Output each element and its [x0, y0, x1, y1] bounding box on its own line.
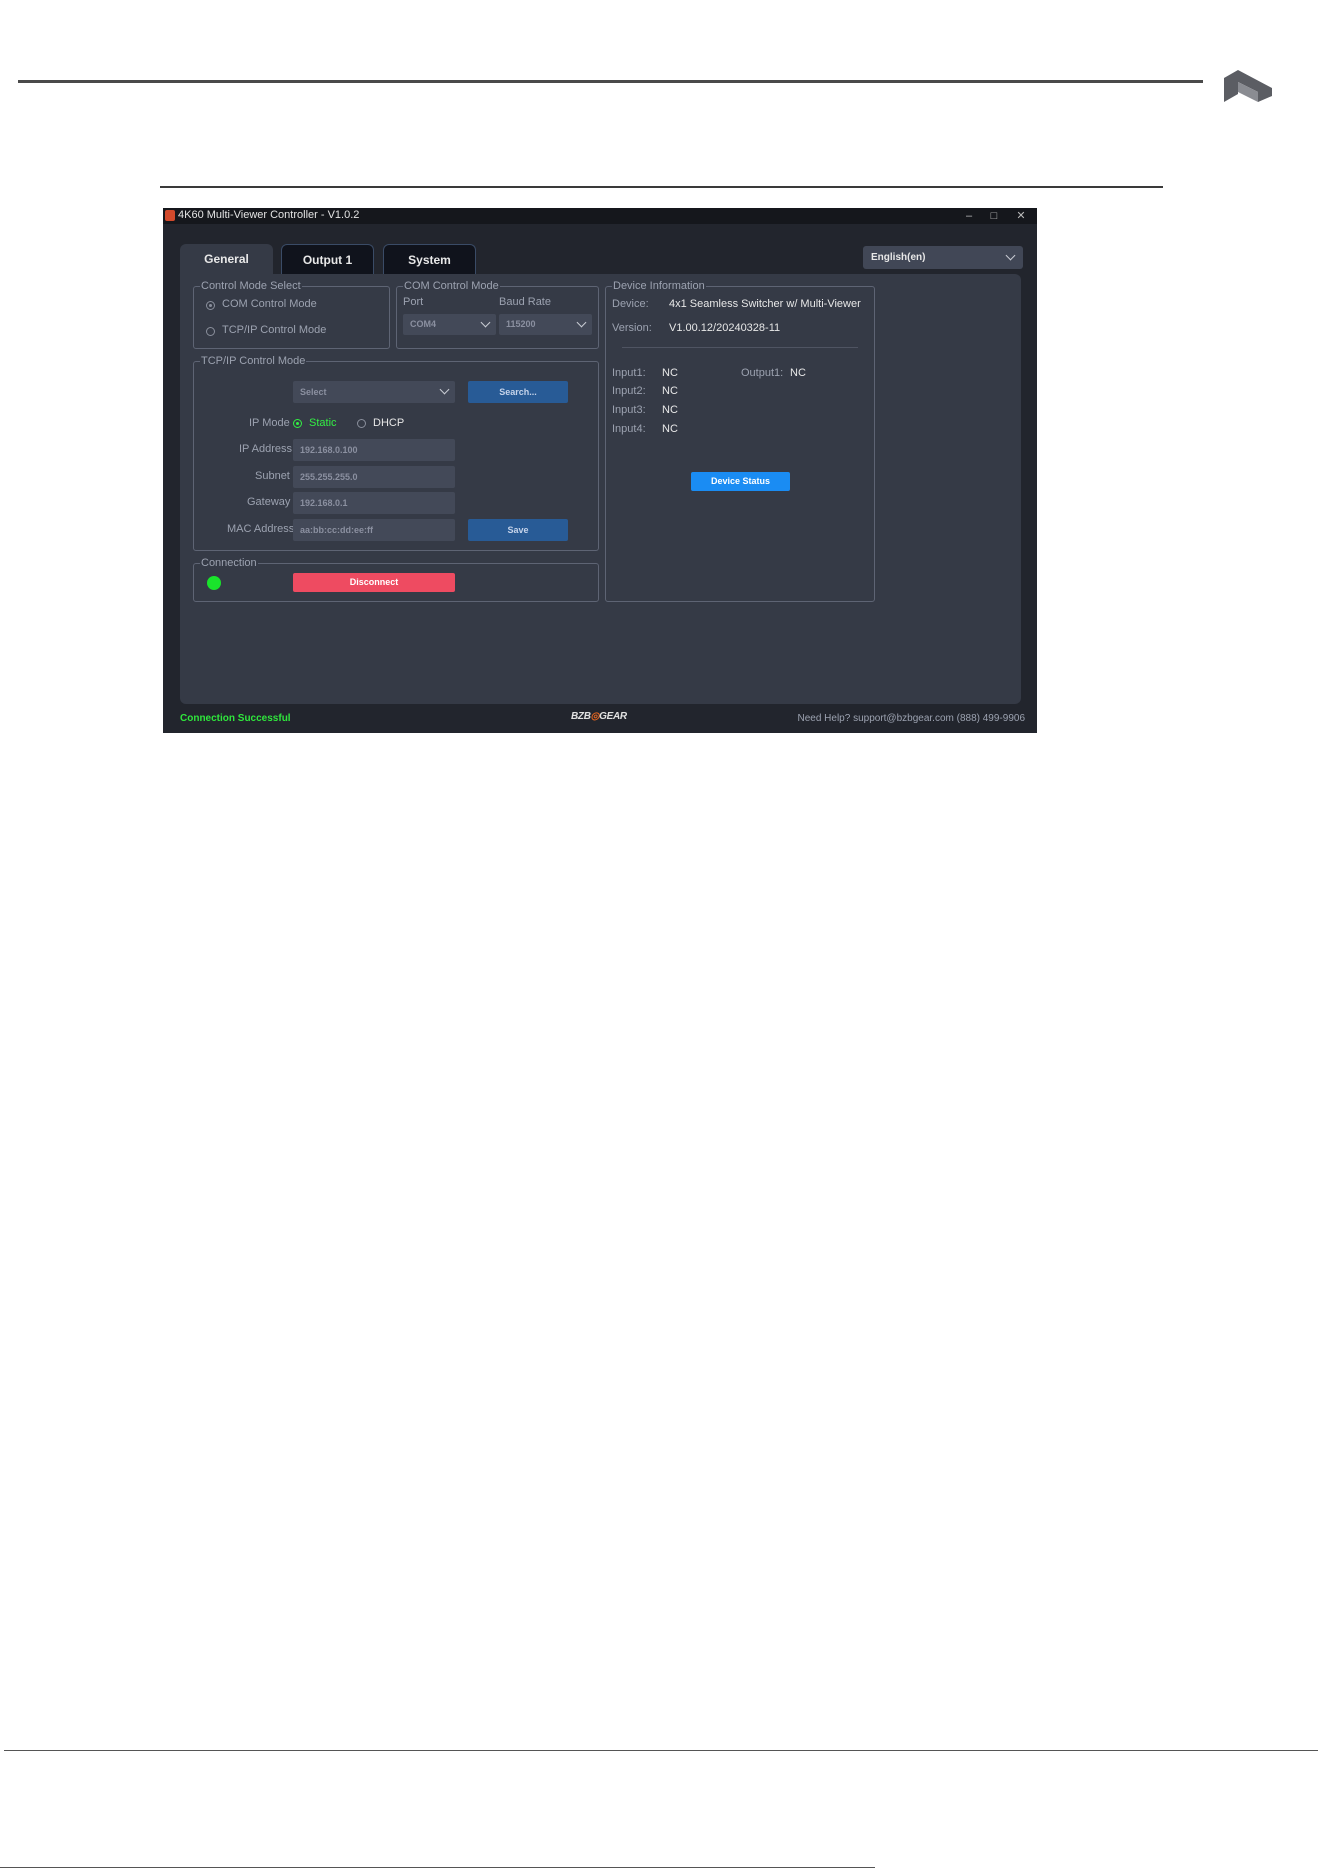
input1-label: Input1: [612, 367, 646, 379]
tcpip-mode-label: TCP/IP Control Mode [222, 324, 327, 336]
close-button[interactable]: ✕ [1010, 208, 1032, 224]
input2-value: NC [662, 385, 678, 397]
gateway-field[interactable]: 192.168.0.1 [293, 492, 455, 514]
tcpip-control-group: TCP/IP Control Mode Select Search... IP … [193, 354, 599, 551]
ip-address-value: 192.168.0.100 [300, 445, 358, 455]
input1-value: NC [662, 367, 678, 379]
chevron-down-icon [1005, 250, 1016, 261]
brand-mark-icon: ◎ [590, 711, 600, 722]
device-status-button[interactable]: Device Status [691, 472, 790, 491]
subnet-field[interactable]: 255.255.255.0 [293, 466, 455, 488]
version-value: V1.00.12/20240328-11 [669, 322, 781, 334]
title-bar: 4K60 Multi-Viewer Controller - V1.0.2 – … [163, 208, 1037, 224]
input3-label: Input3: [612, 404, 646, 416]
disconnect-button[interactable]: Disconnect [293, 573, 455, 592]
device-value: 4x1 Seamless Switcher w/ Multi-Viewer [669, 298, 861, 310]
input2-label: Input2: [612, 385, 646, 397]
control-mode-group: Control Mode Select COM Control Mode TCP… [193, 279, 390, 349]
app-window: 4K60 Multi-Viewer Controller - V1.0.2 – … [163, 208, 1037, 733]
connection-status-led [207, 576, 221, 590]
language-value: English(en) [871, 252, 926, 263]
port-select[interactable]: COM4 [403, 314, 496, 335]
com-control-title: COM Control Mode [403, 279, 500, 293]
brand-logo: BZB◎GEAR [571, 711, 627, 722]
minimize-button[interactable]: – [958, 208, 980, 224]
control-mode-title: Control Mode Select [200, 279, 302, 293]
input4-value: NC [662, 423, 678, 435]
device-select[interactable]: Select [293, 381, 455, 403]
tcpip-mode-radio[interactable] [206, 327, 215, 336]
version-label: Version: [612, 322, 652, 334]
subnet-value: 255.255.255.0 [300, 472, 358, 482]
language-select[interactable]: English(en) [863, 246, 1023, 269]
tcpip-control-title: TCP/IP Control Mode [200, 354, 307, 368]
static-radio[interactable] [293, 419, 302, 428]
input4-label: Input4: [612, 423, 646, 435]
page-header-rule [18, 80, 1203, 83]
baud-rate-label: Baud Rate [499, 296, 551, 308]
ip-address-label: IP Address [239, 443, 292, 455]
ip-address-field[interactable]: 192.168.0.100 [293, 439, 455, 461]
tab-output-1[interactable]: Output 1 [281, 244, 374, 274]
maximize-button[interactable]: □ [983, 208, 1005, 224]
divider [622, 347, 858, 348]
tab-general[interactable]: General [180, 244, 273, 274]
brand-name-a: BZB [571, 711, 591, 722]
device-select-value: Select [300, 387, 327, 397]
tab-system[interactable]: System [383, 244, 476, 274]
mac-address-value: aa:bb:cc:dd:ee:ff [300, 525, 374, 535]
static-label: Static [309, 417, 337, 429]
device-info-title: Device Information [612, 279, 706, 293]
dhcp-label: DHCP [373, 417, 405, 429]
com-mode-radio[interactable] [206, 301, 215, 310]
input3-value: NC [662, 404, 678, 416]
connection-title: Connection [200, 556, 258, 570]
save-button[interactable]: Save [468, 519, 568, 541]
subnet-label: Subnet [255, 470, 290, 482]
chevron-down-icon [576, 317, 587, 328]
device-info-group: Device Information Device: 4x1 Seamless … [605, 279, 875, 602]
output1-label: Output1: [741, 367, 784, 379]
baud-rate-value: 115200 [506, 319, 536, 329]
mac-address-field[interactable]: aa:bb:cc:dd:ee:ff [293, 519, 455, 541]
com-control-group: COM Control Mode Port Baud Rate COM4 115… [396, 279, 599, 349]
section-rule [160, 186, 1163, 188]
page-footer-rule-2 [0, 1867, 875, 1868]
dhcp-radio[interactable] [357, 419, 366, 428]
chevron-down-icon [439, 384, 450, 395]
mac-address-label: MAC Address [227, 523, 295, 535]
port-value: COM4 [410, 319, 437, 329]
search-button[interactable]: Search... [468, 381, 568, 403]
chevron-down-icon [480, 317, 491, 328]
brand-name-b: GEAR [599, 711, 627, 722]
app-icon [165, 210, 175, 221]
gateway-label: Gateway [247, 496, 291, 508]
gateway-value: 192.168.0.1 [300, 498, 348, 508]
output1-value: NC [790, 367, 806, 379]
brand-logo-icon [1224, 70, 1272, 102]
com-mode-label: COM Control Mode [222, 298, 317, 310]
connection-status-text: Connection Successful [180, 713, 291, 724]
device-label: Device: [612, 298, 649, 310]
baud-rate-select[interactable]: 115200 [499, 314, 592, 335]
help-text: Need Help? support@bzbgear.com (888) 499… [797, 713, 1025, 724]
page-footer-rule [4, 1750, 1318, 1751]
ip-mode-label: IP Mode [249, 417, 290, 429]
connection-group: Connection Disconnect [193, 556, 599, 602]
window-title: 4K60 Multi-Viewer Controller - V1.0.2 [178, 209, 360, 221]
port-label: Port [403, 296, 424, 308]
general-panel: Control Mode Select COM Control Mode TCP… [180, 274, 1021, 704]
